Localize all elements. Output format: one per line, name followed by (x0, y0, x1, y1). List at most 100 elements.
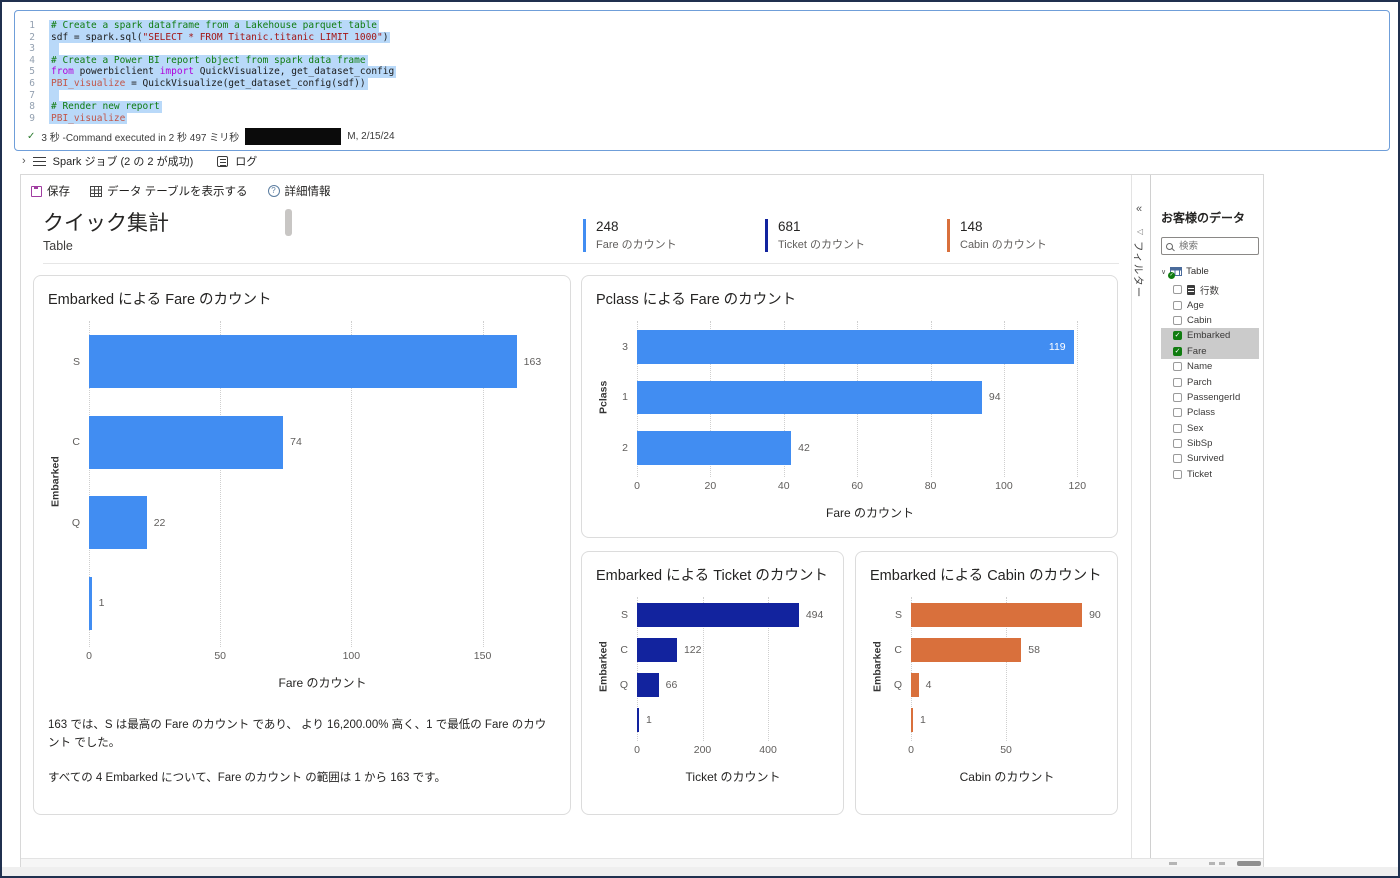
details-button[interactable]: ? 詳細情報 (267, 183, 331, 199)
title-scrollbar-thumb[interactable] (285, 209, 292, 236)
expand-chevron-icon[interactable]: › (22, 155, 26, 167)
bar-Q[interactable] (911, 673, 919, 697)
field-item-Cabin[interactable]: Cabin (1161, 313, 1259, 328)
bar-C[interactable] (637, 638, 677, 662)
field-item-Fare[interactable]: ✓ Fare (1161, 343, 1259, 359)
field-item-Ticket[interactable]: Ticket (1161, 467, 1259, 482)
chart-card-embarked-fare[interactable]: Embarked による Fare のカウント Embarked S C Q 163 74 2… (33, 275, 571, 815)
field-item-Name[interactable]: Name (1161, 359, 1259, 374)
x-axis-tick: 0 (908, 744, 914, 757)
code-line[interactable]: 4 # Create a Power BI report object from … (15, 54, 1389, 67)
filter-pane-label[interactable]: フィルター (1131, 241, 1146, 298)
scrollbar-mark (1169, 862, 1177, 865)
bar-C[interactable] (911, 638, 1022, 662)
field-item-PassengerId[interactable]: PassengerId (1161, 390, 1259, 405)
checkbox-icon[interactable] (1173, 439, 1182, 449)
field-label: Parch (1187, 376, 1212, 388)
chart-card-embarked-cabin[interactable]: Embarked による Cabin のカウント Embarked S C Q 90 58 4… (855, 551, 1118, 815)
checkbox-icon[interactable] (1173, 423, 1182, 433)
field-item-Age[interactable]: Age (1161, 297, 1259, 312)
code-line[interactable]: 5 from powerbiclient import QuickVisualiz… (15, 66, 1389, 78)
category-label: Q (71, 516, 80, 529)
save-button[interactable]: 保存 (31, 183, 70, 199)
report-title[interactable]: クイック集計 (43, 207, 169, 237)
bar-blank[interactable] (637, 708, 639, 732)
scrollbar-thumb[interactable] (1237, 861, 1261, 866)
x-axis-label: Ticket のカウント (685, 770, 781, 785)
bar-value-label: 66 (665, 678, 678, 691)
code-line[interactable]: 3 (15, 43, 1389, 55)
spark-jobs-label[interactable]: Spark ジョブ (2 の 2 が成功) (53, 153, 194, 169)
report-toolbar: 保存 データ テーブルを表示する ? 詳細情報 (31, 183, 331, 199)
x-axis-tick: 200 (693, 744, 712, 757)
category-label (611, 702, 637, 737)
bar-value-label: 90 (1089, 608, 1101, 621)
bar-3[interactable]: 119 (637, 330, 1074, 364)
bar-2[interactable] (637, 431, 792, 465)
code-line[interactable]: 6 PBI_visualize = QuickVisualize(get_data… (15, 77, 1389, 90)
bar-Q[interactable] (637, 673, 659, 697)
bar-Q[interactable] (89, 496, 147, 550)
chart-card-pclass-fare[interactable]: Pclass による Fare のカウント Pclass 3 1 2 119 94 42 0 20… (581, 275, 1118, 538)
field-item-行数[interactable]: 行数 (1161, 282, 1259, 297)
code-line[interactable]: 2 sdf = spark.sql("SELECT * FROM Titanic.… (15, 31, 1389, 44)
checkbox-icon[interactable] (1173, 285, 1182, 295)
checkbox-icon[interactable] (1173, 408, 1182, 418)
bar-value-label: 119 (1048, 340, 1066, 353)
collapse-pane-icon[interactable]: « (1136, 203, 1142, 215)
log-link[interactable]: ログ (235, 153, 257, 169)
checkbox-icon[interactable] (1173, 454, 1182, 464)
kpi-card[interactable]: 681 Ticket のカウント (765, 219, 947, 252)
y-axis-label: Pclass (597, 380, 610, 415)
bar-value-label: 4 (925, 678, 932, 691)
search-input[interactable] (1177, 239, 1254, 253)
checkbox-icon[interactable] (1173, 300, 1182, 310)
x-axis-tick: 40 (777, 480, 790, 493)
code-line[interactable]: 7 (15, 89, 1389, 102)
checkbox-icon[interactable] (1173, 469, 1182, 479)
kpi-card[interactable]: 148 Cabin のカウント (947, 219, 1129, 252)
pin-pane-icon[interactable]: ◁ (1137, 227, 1143, 236)
table-tree-node[interactable]: ∨ Table (1161, 266, 1259, 279)
chart-title: Embarked による Cabin のカウント (870, 568, 1102, 584)
bar-C[interactable] (89, 415, 284, 469)
bar-S[interactable] (89, 335, 517, 389)
field-item-Embarked[interactable]: ✓ Embarked (1161, 328, 1259, 344)
field-item-Sex[interactable]: Sex (1161, 421, 1259, 436)
checkbox-icon[interactable] (1173, 315, 1182, 325)
code-line[interactable]: 9 PBI_visualize (15, 112, 1389, 125)
chart-card-embarked-ticket[interactable]: Embarked による Ticket のカウント Embarked S C Q 494 1… (581, 551, 844, 815)
y-axis-label: Embarked (871, 642, 884, 693)
checkbox-icon[interactable] (1173, 362, 1182, 372)
checkbox-checked-icon[interactable]: ✓ (1173, 331, 1182, 341)
field-item-Survived[interactable]: Survived (1161, 451, 1259, 466)
field-list: 行数 Age Cabin ✓ Embarked ✓ Fare Name Parch Passeng… (1161, 282, 1259, 482)
x-axis-tick: 0 (86, 650, 92, 663)
field-item-Pclass[interactable]: Pclass (1161, 405, 1259, 420)
field-label: Sex (1187, 422, 1204, 434)
kpi-card[interactable]: 248 Fare のカウント (583, 219, 765, 252)
x-axis-tick: 0 (634, 480, 640, 493)
report-horizontal-scrollbar[interactable] (21, 858, 1263, 867)
bar-S[interactable] (637, 603, 799, 627)
code-cell[interactable]: 1 # Create a spark dataframe from a Lakeh… (14, 10, 1390, 151)
field-search-box[interactable] (1161, 237, 1259, 255)
field-item-SibSp[interactable]: SibSp (1161, 436, 1259, 451)
kpi-value: 148 (960, 219, 983, 234)
bar-blank[interactable] (89, 576, 92, 630)
category-label: Q (893, 678, 902, 691)
bar-S[interactable] (911, 603, 1083, 627)
code-line[interactable]: 8 # Render new report (15, 101, 1389, 113)
kpi-value: 248 (596, 219, 619, 234)
checkbox-icon[interactable] (1173, 392, 1182, 402)
bar-1[interactable] (637, 380, 982, 415)
bar-blank[interactable] (911, 708, 913, 732)
checkbox-icon[interactable] (1173, 377, 1182, 387)
code-line[interactable]: 1 # Create a spark dataframe from a Lakeh… (15, 20, 1389, 32)
checkbox-checked-icon[interactable]: ✓ (1173, 346, 1182, 356)
plot-area: 163 74 22 1 (89, 321, 556, 648)
field-label: Survived (1187, 453, 1224, 465)
show-data-table-button[interactable]: データ テーブルを表示する (90, 183, 248, 199)
tree-expand-chevron-icon[interactable]: ∨ (1161, 268, 1166, 276)
field-item-Parch[interactable]: Parch (1161, 374, 1259, 389)
